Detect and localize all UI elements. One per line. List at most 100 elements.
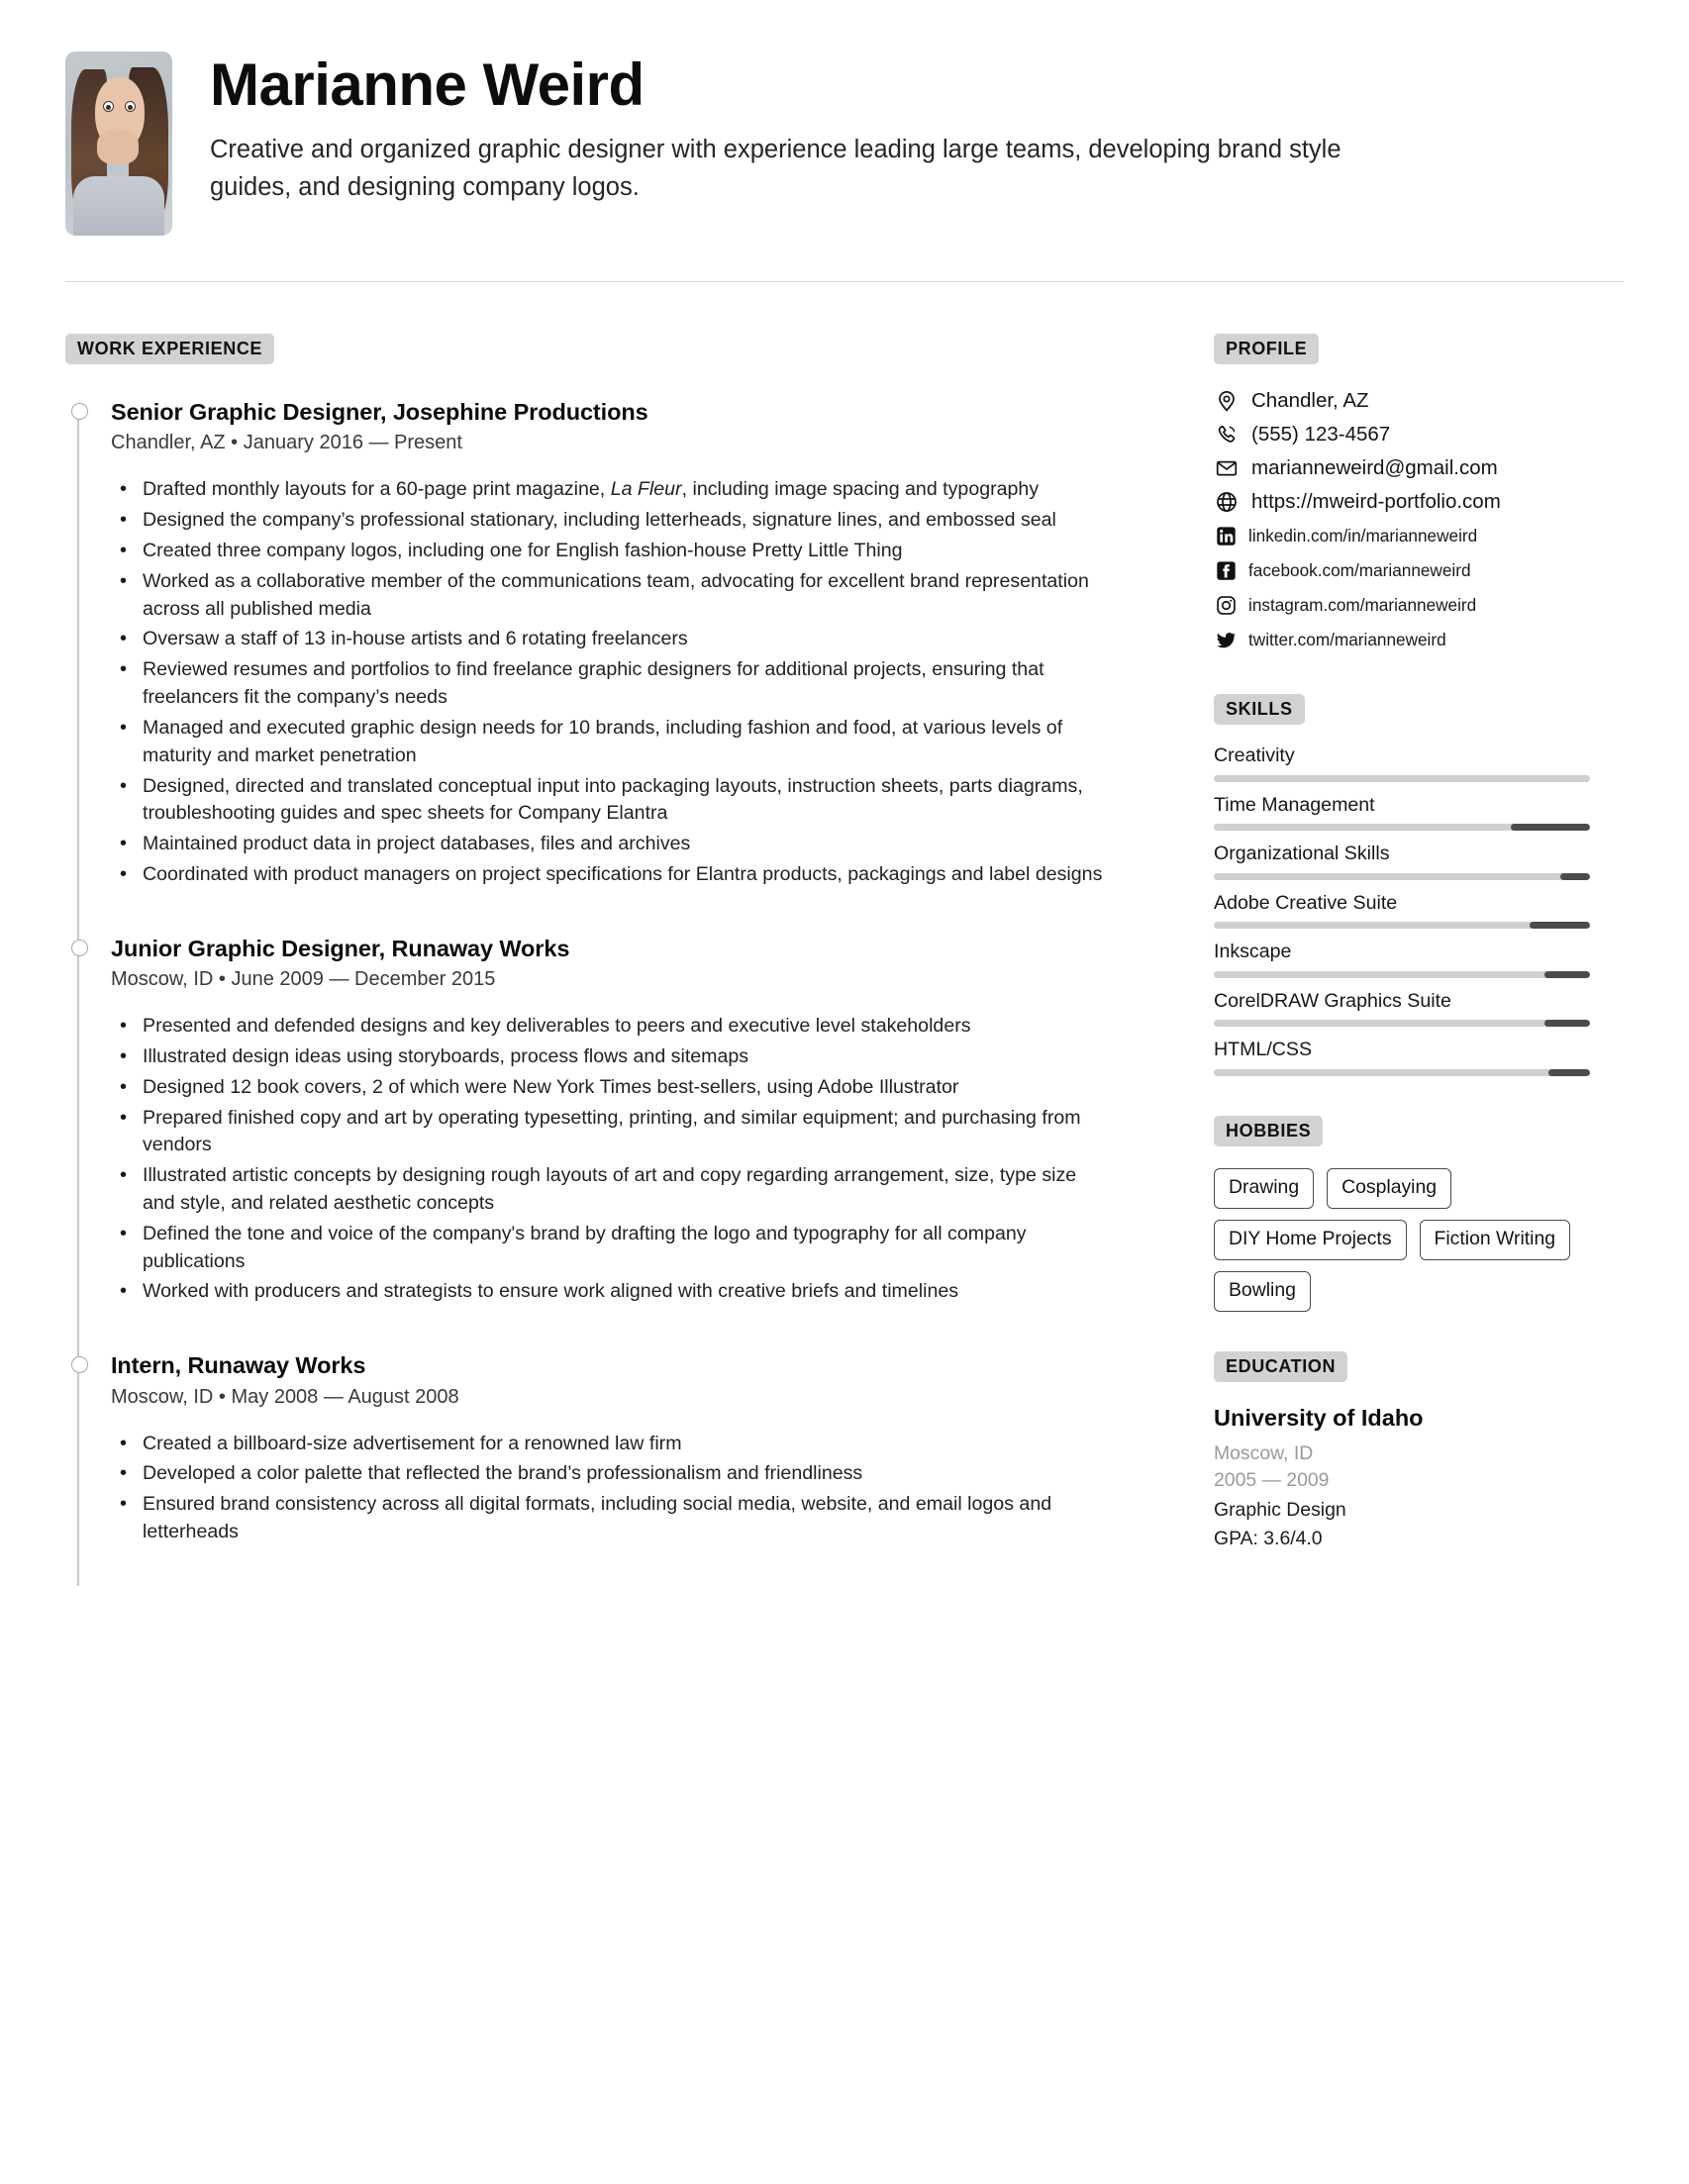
timeline-marker-icon — [71, 1356, 88, 1374]
job-bullet: Designed 12 book covers, 2 of which were… — [111, 1073, 1111, 1102]
contact-row[interactable]: instagram.com/marianneweird — [1214, 590, 1590, 620]
education-major: Graphic Design — [1214, 1498, 1346, 1521]
skill-item: Organizational Skills — [1214, 843, 1590, 880]
phone-icon — [1214, 423, 1239, 447]
skill-level-bar — [1214, 824, 1590, 831]
skill-level-bar — [1214, 872, 1590, 880]
skill-level-indicator — [1530, 922, 1590, 929]
skill-item: Creativity — [1214, 745, 1590, 782]
job-bullet: Created a billboard-size advertisement f… — [111, 1430, 1111, 1458]
contact-row[interactable]: marianneweird@gmail.com — [1214, 453, 1590, 483]
profile-summary: Creative and organized graphic designer … — [210, 135, 1341, 201]
skill-name: Creativity — [1214, 745, 1295, 766]
job-bullet: Managed and executed graphic design need… — [111, 714, 1111, 770]
section-title-hobbies: HOBBIES — [1214, 1115, 1324, 1146]
linkedin-icon — [1216, 526, 1237, 546]
skill-name: Organizational Skills — [1214, 843, 1390, 864]
contact-row[interactable]: (555) 123-4567 — [1214, 420, 1590, 449]
contact-row[interactable]: twitter.com/marianneweird — [1214, 625, 1590, 654]
skill-level-bar — [1214, 1020, 1590, 1027]
job-location-dates: Moscow, ID • May 2008 — August 2008 — [111, 1385, 459, 1408]
hobby-tag: Cosplaying — [1327, 1167, 1452, 1209]
education-years: 2005 — 2009 — [1214, 1469, 1330, 1492]
education-location: Moscow, ID — [1214, 1441, 1314, 1464]
twitter-icon — [1216, 630, 1237, 650]
job-bullet: Designed the company’s professional stat… — [111, 506, 1111, 535]
skill-level-indicator — [1544, 970, 1590, 978]
facebook-icon — [1216, 560, 1237, 581]
work-timeline: Senior Graphic Designer, Josephine Produ… — [65, 398, 1158, 1586]
job-bullet: Created three company logos, including o… — [111, 537, 1111, 565]
job-bullet: Presented and defended designs and key d… — [111, 1012, 1111, 1041]
education-section: EDUCATION University of Idaho Moscow, ID… — [1214, 1351, 1590, 1553]
contact-text: https://mweird-portfolio.com — [1251, 489, 1501, 513]
contact-text: facebook.com/marianneweird — [1248, 559, 1471, 580]
job-bullet: Coordinated with product managers on pro… — [111, 860, 1111, 889]
resume-header: Marianne Weird Creative and organized gr… — [65, 51, 1624, 265]
job-location-dates: Moscow, ID • June 2009 — December 2015 — [111, 968, 496, 991]
job-bullet: Prepared finished copy and art by operat… — [111, 1104, 1111, 1160]
sidebar-column: PROFILE Chandler, AZ (555) 123-4567 marian… — [1194, 334, 1590, 1593]
job-bullet: Defined the tone and voice of the compan… — [111, 1220, 1111, 1276]
avatar-pupil-right — [128, 105, 133, 110]
hobby-tag: Drawing — [1214, 1167, 1315, 1209]
contact-row[interactable]: Chandler, AZ — [1214, 386, 1590, 416]
skill-level-bar — [1214, 970, 1590, 978]
contact-text: (555) 123-4567 — [1251, 422, 1391, 446]
skill-level-indicator — [1511, 824, 1590, 831]
contact-text: marianneweird@gmail.com — [1251, 455, 1498, 479]
job-title: Senior Graphic Designer, Josephine Produ… — [111, 399, 648, 425]
hobby-tag: Fiction Writing — [1419, 1219, 1571, 1261]
main-column: WORK EXPERIENCE Senior Graphic Designer,… — [65, 334, 1194, 1593]
envelope-icon — [1214, 456, 1239, 481]
job-location-dates: Chandler, AZ • January 2016 — Present — [111, 432, 462, 454]
skill-item: CorelDRAW Graphics Suite — [1214, 989, 1590, 1027]
contact-text: linkedin.com/in/marianneweird — [1248, 525, 1478, 546]
globe-icon — [1214, 490, 1239, 515]
contact-text: instagram.com/marianneweird — [1248, 594, 1477, 615]
timeline-marker-icon — [71, 403, 88, 420]
education-entry: University of Idaho Moscow, ID 2005 — 20… — [1214, 1404, 1590, 1553]
skill-item: HTML/CSS — [1214, 1039, 1590, 1076]
skill-level-indicator — [1544, 1020, 1590, 1027]
work-experience-entry: Intern, Runaway Works Moscow, ID • May 20… — [71, 1351, 1158, 1546]
skill-name: HTML/CSS — [1214, 1039, 1313, 1060]
header-text-block: Marianne Weird Creative and organized gr… — [210, 51, 1624, 206]
hobby-tag: Bowling — [1214, 1271, 1311, 1313]
section-title-work-experience: WORK EXPERIENCE — [65, 334, 275, 364]
education-gpa: GPA: 3.6/4.0 — [1214, 1528, 1323, 1550]
skill-name: CorelDRAW Graphics Suite — [1214, 989, 1451, 1012]
skill-name: Adobe Creative Suite — [1214, 891, 1398, 914]
skill-item: Adobe Creative Suite — [1214, 891, 1590, 929]
skills-section: SKILLS Creativity Time Management Organiza… — [1214, 694, 1590, 1076]
resume-page: Marianne Weird Creative and organized gr… — [0, 0, 1689, 2184]
contact-row[interactable]: facebook.com/marianneweird — [1214, 555, 1590, 585]
avatar — [65, 51, 172, 236]
skill-level-indicator — [1548, 1068, 1590, 1076]
job-bullet-list: Drafted monthly layouts for a 60-page pr… — [111, 475, 1158, 889]
contact-row[interactable]: https://mweird-portfolio.com — [1214, 487, 1590, 517]
job-bullet: Ensured brand consistency across all dig… — [111, 1490, 1111, 1546]
avatar-hand — [97, 129, 139, 164]
location-pin-icon — [1214, 389, 1239, 414]
skill-name: Time Management — [1214, 793, 1375, 816]
education-school: University of Idaho — [1214, 1405, 1424, 1432]
avatar-sweater — [73, 176, 164, 236]
work-experience-entry: Senior Graphic Designer, Josephine Produ… — [71, 398, 1158, 889]
section-title-profile: PROFILE — [1214, 334, 1320, 364]
contact-text: Chandler, AZ — [1251, 388, 1369, 412]
skill-item: Inkscape — [1214, 941, 1590, 978]
job-title: Intern, Runaway Works — [111, 1352, 366, 1379]
hobby-tag: DIY Home Projects — [1214, 1219, 1407, 1261]
work-experience-entry: Junior Graphic Designer, Runaway Works Mo… — [71, 935, 1158, 1307]
job-bullet: Oversaw a staff of 13 in-house artists a… — [111, 625, 1111, 653]
job-bullet: Worked with producers and strategists to… — [111, 1277, 1111, 1306]
job-bullet: Drafted monthly layouts for a 60-page pr… — [111, 475, 1111, 504]
job-bullet: Illustrated artistic concepts by designi… — [111, 1161, 1111, 1218]
contact-list: Chandler, AZ (555) 123-4567 marianneweird@… — [1214, 386, 1590, 654]
skill-level-indicator — [1559, 872, 1590, 880]
skill-level-bar — [1214, 1068, 1590, 1076]
contact-row[interactable]: linkedin.com/in/marianneweird — [1214, 521, 1590, 550]
skill-name: Inkscape — [1214, 941, 1292, 962]
job-bullet: Developed a color palette that reflected… — [111, 1459, 1111, 1488]
